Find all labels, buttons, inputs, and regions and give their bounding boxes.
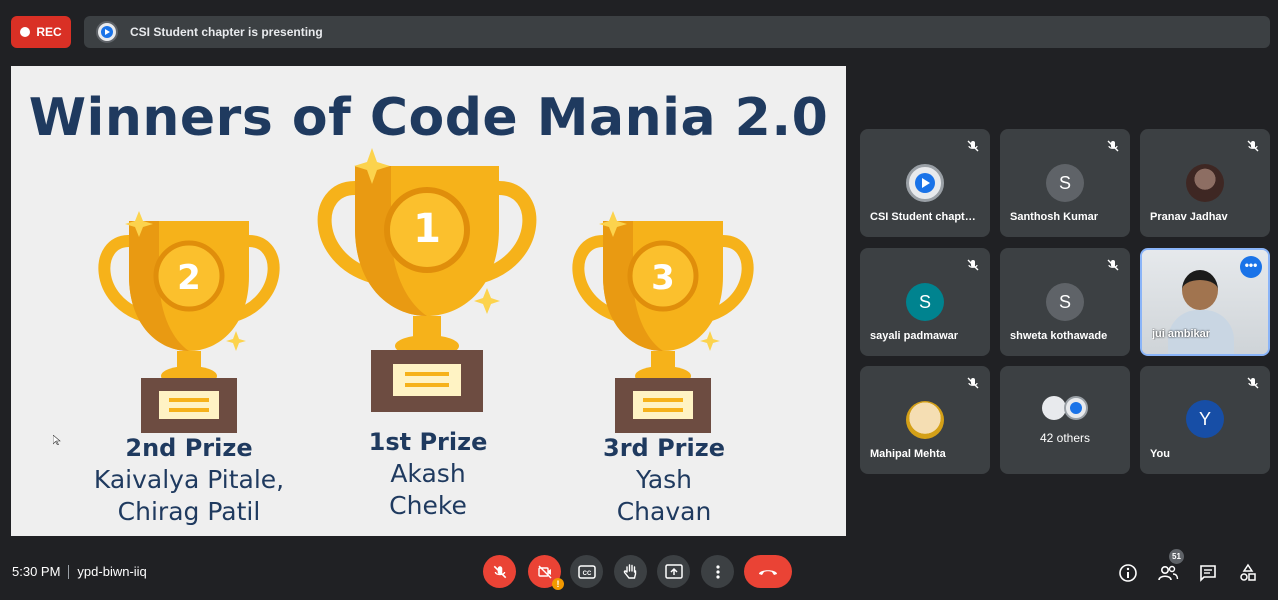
presenting-banner: CSI Student chapter is presenting [84,16,1270,48]
chat-icon [1200,565,1216,582]
mic-off-icon [967,259,979,271]
mic-off-icon [1247,377,1259,389]
trophy-second-icon [98,211,280,433]
top-bar: REC CSI Student chapter is presenting [0,0,1278,62]
csi-logo-icon [96,21,118,43]
slide-title: Winners of Code Mania 2.0 [28,88,829,148]
prize-winner-third: Yash Chavan [616,465,712,526]
captions-button[interactable]: CC [570,555,603,588]
cartoon-avatar [906,401,944,439]
person-head [1182,270,1218,310]
mic-off-icon [493,565,506,578]
presenting-text: CSI Student chapter is presenting [130,25,323,39]
participant-name: jui ambikar [1152,328,1211,340]
clock-time: 5:30 PM [12,564,61,579]
people-icon [1158,565,1179,581]
participant-tile[interactable]: S shweta kothawade [1000,248,1130,356]
prize-title-second: 2nd Prize [125,434,253,462]
group-avatars [1042,396,1092,422]
meeting-code: ypd-biwn-iiq [77,564,147,579]
others-count: 42 others [1039,431,1091,445]
prize-digit-1: 1 [413,206,441,252]
more-options-button[interactable] [701,555,734,588]
participant-tile[interactable]: Pranav Jadhav [1140,129,1270,237]
present-screen-button[interactable] [657,555,690,588]
prize-title-first: 1st Prize [368,428,488,456]
people-button[interactable] [1157,562,1179,584]
info-icon [1119,564,1137,582]
prize-winner-first: Akash Cheke [389,459,467,520]
svg-text:CC: CC [582,571,591,577]
photo-avatar [1186,164,1224,202]
participant-tile[interactable]: Mahipal Mehta [860,366,990,474]
closed-captions-icon: CC [577,564,596,579]
presentation-slide: Winners of Code Mania 2.0 2 1 3 2nd Priz… [11,66,846,536]
warning-badge-icon: ! [552,578,564,590]
mic-off-icon [1247,140,1259,152]
participant-tile-active-video[interactable]: ••• jui ambikar [1140,248,1270,356]
others-avatar-icon [1042,396,1066,420]
avatar: S [906,283,944,321]
chat-button[interactable] [1197,562,1219,584]
divider [68,564,70,579]
participant-tile-others[interactable]: 42 others [1000,366,1130,474]
activities-button[interactable] [1237,562,1259,584]
mic-off-icon [1107,259,1119,271]
rec-label: REC [36,25,62,39]
prize-number-1: 1 [413,206,441,252]
trophy-third-icon [572,211,754,433]
raise-hand-button[interactable] [614,555,647,588]
participant-name: Pranav Jadhav [1150,211,1228,223]
mouse-cursor-icon [53,435,61,445]
prize-number-2: 2 [177,258,201,298]
activities-shapes-icon [1240,563,1256,581]
mic-toggle-button[interactable] [483,555,516,588]
avatar: S [1046,283,1084,321]
mic-off-icon [1107,140,1119,152]
leave-call-button[interactable] [744,555,792,588]
mic-off-icon [967,377,979,389]
participant-tile[interactable]: S Santhosh Kumar [1000,129,1130,237]
prize-winner-second: Kaivalya Pitale, Chirag Patil [93,465,285,526]
camera-off-icon [537,565,551,578]
prize-number-3: 3 [651,258,675,298]
avatar: S [1046,164,1084,202]
avatar: Y [1186,400,1224,438]
more-vert-icon [715,564,720,579]
trophy-first-icon [317,148,537,412]
participant-name: Santhosh Kumar [1010,211,1099,223]
hang-up-icon [759,569,777,575]
present-screen-icon [664,563,683,579]
participant-name: You [1150,448,1170,460]
mic-off-icon [967,140,979,152]
meeting-info: 5:30 PM ypd-biwn-iiq [12,564,147,579]
prize-title-third: 3rd Prize [603,434,725,462]
prize-digit-3: 3 [651,258,675,298]
bottom-toolbar: 5:30 PM ypd-biwn-iiq ! CC [0,545,1278,600]
people-count-badge: 51 [1169,549,1184,564]
meeting-details-button[interactable] [1117,562,1139,584]
more-options-icon[interactable]: ••• [1240,256,1262,278]
participant-name: Mahipal Mehta [870,448,946,460]
prize-digit-2: 2 [177,258,201,298]
participant-tile[interactable]: S sayali padmawar [860,248,990,356]
recording-badge[interactable]: REC [11,16,71,48]
csi-logo-avatar [906,164,944,202]
record-dot-icon [20,27,31,37]
csi-logo-icon [1064,396,1088,420]
participant-name: shweta kothawade [1010,330,1108,342]
participant-name: CSI Student chapt… [870,211,976,223]
participant-name: sayali padmawar [870,330,959,342]
raise-hand-icon [623,563,636,579]
participant-tile[interactable]: CSI Student chapt… [860,129,990,237]
participant-tile-self[interactable]: Y You [1140,366,1270,474]
camera-toggle-button[interactable]: ! [528,555,564,590]
